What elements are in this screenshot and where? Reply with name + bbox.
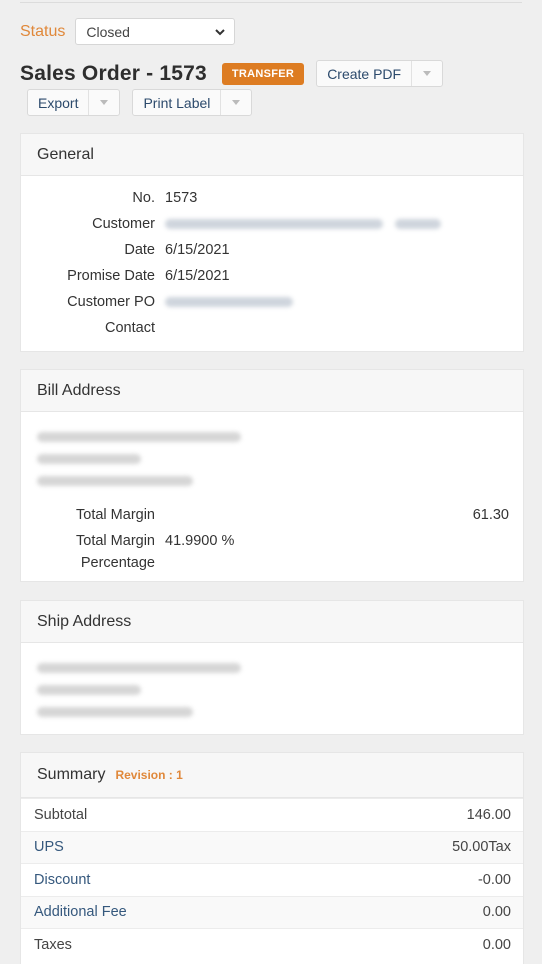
summary-title: Summary <box>37 766 106 783</box>
label-line-2: Percentage <box>80 555 155 571</box>
export-button[interactable]: Export <box>28 90 90 115</box>
status-select[interactable]: Closed <box>75 18 236 45</box>
summary-row-shipping: UPS 50.00Tax <box>21 830 523 863</box>
total-margin-row: Total Margin 61.30 <box>21 504 523 526</box>
summary-label: Taxes <box>34 936 72 953</box>
print-label-split-button: Print Label <box>132 89 253 116</box>
status-row: Status Closed <box>20 18 236 45</box>
revision-label: Revision : 1 <box>115 768 183 782</box>
field-customer: Customer <box>21 211 523 237</box>
margin-rows: Total Margin 61.30 Total Margin Percenta… <box>21 492 523 574</box>
general-panel-header: General <box>21 134 523 176</box>
page-title: Sales Order - 1573 <box>20 61 207 85</box>
field-label: Customer PO <box>67 294 155 310</box>
redacted-text <box>165 297 293 308</box>
summary-row-additional-fee: Additional Fee 0.00 <box>21 895 523 928</box>
general-panel: General No. 1573 Customer Date 6/15/2021… <box>20 133 524 352</box>
field-label: Contact <box>105 320 155 336</box>
transfer-badge: TRANSFER <box>221 62 305 85</box>
label-line-1: Total Margin <box>76 533 155 549</box>
summary-value: 50.00Tax <box>452 839 511 856</box>
redacted-text <box>37 663 241 673</box>
total-margin-pct-label: Total Margin Percentage <box>21 530 165 574</box>
change-customer-link-redacted <box>395 219 442 230</box>
additional-fee-link[interactable]: Additional Fee <box>34 904 127 920</box>
title-row: Sales Order - 1573 TRANSFER Create PDF <box>20 60 444 87</box>
address-line <box>37 448 523 470</box>
field-label: Promise Date <box>67 268 155 284</box>
field-label: Date <box>124 242 155 258</box>
summary-header: Summary Revision : 1 <box>21 753 523 798</box>
status-label: Status <box>20 22 66 40</box>
customer-value-redacted[interactable] <box>165 211 523 237</box>
caret-down-icon <box>100 100 109 105</box>
total-margin-value: 61.30 <box>472 507 509 523</box>
field-customer-po: Customer PO <box>21 289 523 315</box>
summary-row-taxes: Taxes 0.00 <box>21 928 523 961</box>
redacted-text <box>37 707 193 717</box>
summary-value: -0.00 <box>477 871 511 888</box>
summary-table: Subtotal 146.00 UPS 50.00Tax Discount -0… <box>21 798 523 961</box>
address-line <box>37 470 523 492</box>
total-margin-label: Total Margin <box>76 507 155 523</box>
export-dropdown-toggle[interactable] <box>89 90 119 115</box>
create-pdf-button[interactable]: Create PDF <box>317 61 413 86</box>
total-margin-pct-row: Total Margin Percentage 41.9900 % <box>21 530 523 574</box>
field-promise-date: Promise Date 6/15/2021 <box>21 263 523 289</box>
field-value: 1573 <box>165 190 198 206</box>
sales-order-page: Status Closed Sales Order - 1573 TRANSFE… <box>0 0 542 964</box>
redacted-text <box>37 432 241 442</box>
print-label-button[interactable]: Print Label <box>133 90 222 115</box>
field-value: 6/15/2021 <box>165 242 230 258</box>
caret-down-icon <box>423 71 432 76</box>
ship-address-lines <box>21 643 523 723</box>
summary-row-discount: Discount -0.00 <box>21 863 523 896</box>
export-split-button: Export <box>27 89 121 116</box>
ship-address-panel: Ship Address <box>20 600 524 735</box>
total-margin-pct-value: 41.9900 % <box>165 533 235 549</box>
status-select-value: Closed <box>86 23 130 40</box>
create-pdf-dropdown-toggle[interactable] <box>412 61 442 86</box>
discount-link[interactable]: Discount <box>34 872 90 888</box>
field-label: Customer <box>92 216 155 232</box>
address-line <box>37 701 523 723</box>
top-divider <box>20 2 522 3</box>
summary-value: 0.00 <box>482 904 511 921</box>
bill-address-header: Bill Address <box>21 370 523 412</box>
ship-address-title: Ship Address <box>37 612 132 630</box>
summary-panel: Summary Revision : 1 Subtotal 146.00 UPS… <box>20 752 524 964</box>
bill-address-lines <box>21 412 523 492</box>
field-date: Date 6/15/2021 <box>21 237 523 263</box>
general-panel-title: General <box>37 145 94 163</box>
address-line <box>37 679 523 701</box>
chevron-down-icon <box>215 28 226 35</box>
address-line <box>37 657 523 679</box>
redacted-text <box>37 685 141 695</box>
general-fields: No. 1573 Customer Date 6/15/2021 Promise… <box>21 176 523 341</box>
field-no: No. 1573 <box>21 185 523 211</box>
summary-value: 0.00 <box>482 936 511 953</box>
ship-address-header: Ship Address <box>21 601 523 643</box>
address-line <box>37 426 523 448</box>
bill-address-panel: Bill Address Total Margin 61.30 Total Ma… <box>20 369 524 582</box>
redacted-text <box>37 454 141 464</box>
bill-address-title: Bill Address <box>37 381 121 399</box>
print-label-dropdown-toggle[interactable] <box>221 90 251 115</box>
caret-down-icon <box>232 100 241 105</box>
summary-label: Subtotal <box>34 806 88 823</box>
summary-row-subtotal: Subtotal 146.00 <box>21 798 523 831</box>
summary-value: 146.00 <box>466 806 511 823</box>
customer-po-value-redacted <box>165 289 523 315</box>
field-contact: Contact <box>21 315 523 341</box>
redacted-text <box>37 476 193 486</box>
shipping-method-link[interactable]: UPS <box>34 839 64 855</box>
field-value <box>165 315 523 341</box>
field-value: 6/15/2021 <box>165 268 230 284</box>
field-label: No. <box>132 190 155 206</box>
create-pdf-split-button: Create PDF <box>316 60 444 87</box>
redacted-text <box>165 219 383 230</box>
action-row: Export Print Label <box>27 89 264 116</box>
